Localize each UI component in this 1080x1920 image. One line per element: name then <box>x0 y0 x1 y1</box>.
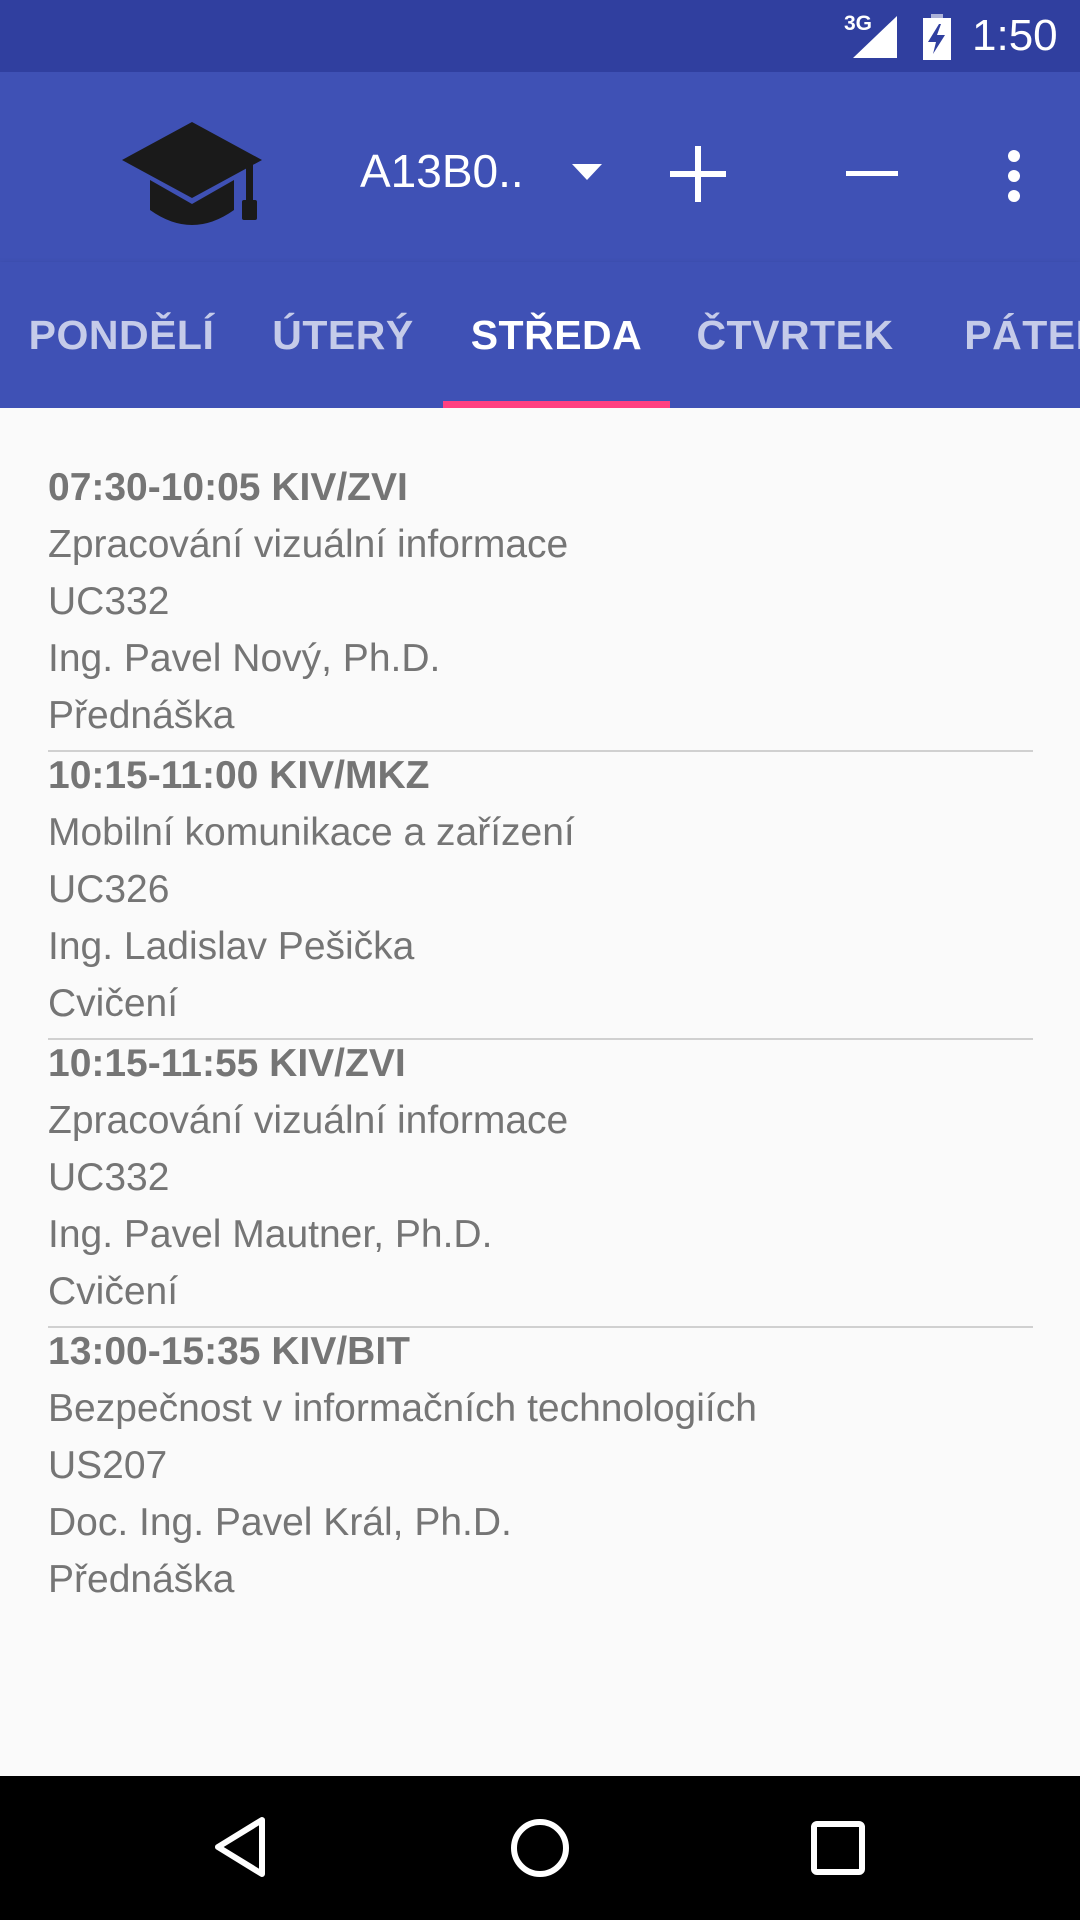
screen: 3G 1:50 A13B0.. PONDĚLÍ ÚTERÝ STŘEDA ČTV… <box>0 0 1080 1920</box>
dropdown-arrow-icon <box>572 164 602 180</box>
lesson-teacher: Doc. Ing. Pavel Král, Ph.D. <box>48 1501 512 1544</box>
recent-apps-button[interactable] <box>810 1820 866 1881</box>
lesson-heading: 07:30-10:05 KIV/ZVI <box>48 466 408 509</box>
back-icon <box>215 1817 265 1877</box>
lesson-heading: 10:15-11:55 KIV/ZVI <box>48 1042 406 1085</box>
more-options-button[interactable] <box>996 150 1032 207</box>
list-item[interactable]: 07:30-10:05 KIV/ZVI Zpracování vizuální … <box>48 459 1033 752</box>
tab-friday[interactable]: PÁTEK <box>920 262 1080 408</box>
lesson-type: Přednáška <box>48 1558 235 1601</box>
lesson-type: Cvičení <box>48 1270 179 1313</box>
remove-button[interactable] <box>842 144 902 209</box>
toolbar: A13B0.. <box>0 72 1080 262</box>
battery-charging-icon <box>923 14 951 60</box>
status-bar: 3G 1:50 <box>0 0 1080 72</box>
list-item[interactable]: 10:15-11:00 KIV/MKZ Mobilní komunikace a… <box>48 747 1033 1040</box>
tab-wednesday[interactable]: STŘEDA <box>443 262 670 408</box>
navigation-bar <box>0 1776 1080 1920</box>
list-item[interactable]: 13:00-15:35 KIV/BIT Bezpečnost v informa… <box>48 1323 1033 1608</box>
lesson-type: Přednáška <box>48 694 235 737</box>
lesson-name: Zpracování vizuální informace <box>48 1099 569 1142</box>
day-tab-bar: PONDĚLÍ ÚTERÝ STŘEDA ČTVRTEK PÁTEK <box>0 262 1080 408</box>
recent-apps-icon <box>811 1821 865 1875</box>
lesson-type: Cvičení <box>48 982 179 1025</box>
tab-tuesday[interactable]: ÚTERÝ <box>243 262 443 408</box>
lesson-teacher: Ing. Pavel Nový, Ph.D. <box>48 637 441 680</box>
add-button[interactable] <box>668 144 728 209</box>
lesson-heading: 13:00-15:35 KIV/BIT <box>48 1330 410 1373</box>
tab-monday[interactable]: PONDĚLÍ <box>0 262 243 408</box>
graduation-cap-icon <box>122 122 262 225</box>
back-button[interactable] <box>212 1816 268 1883</box>
group-select-value: A13B0.. <box>360 145 524 197</box>
minus-icon <box>846 171 898 176</box>
lesson-name: Mobilní komunikace a zařízení <box>48 811 575 854</box>
schedule-list: 07:30-10:05 KIV/ZVI Zpracování vizuální … <box>0 408 1080 1776</box>
tab-thursday[interactable]: ČTVRTEK <box>670 262 920 408</box>
status-clock: 1:50 <box>972 11 1058 60</box>
lesson-room: UC332 <box>48 580 170 623</box>
list-item[interactable]: 10:15-11:55 KIV/ZVI Zpracování vizuální … <box>48 1035 1033 1328</box>
lesson-heading: 10:15-11:00 KIV/MKZ <box>48 754 430 797</box>
signal-icon <box>853 16 897 58</box>
more-vert-icon <box>1008 150 1020 202</box>
lesson-name: Bezpečnost v informačních technologiích <box>48 1387 757 1430</box>
home-button[interactable] <box>508 1816 572 1885</box>
lesson-room: UC326 <box>48 868 170 911</box>
lesson-room: UC332 <box>48 1156 170 1199</box>
group-select[interactable]: A13B0.. <box>350 140 610 204</box>
lesson-teacher: Ing. Pavel Mautner, Ph.D. <box>48 1213 493 1256</box>
lesson-teacher: Ing. Ladislav Pešička <box>48 925 415 968</box>
lesson-name: Zpracování vizuální informace <box>48 523 569 566</box>
home-icon <box>511 1819 569 1877</box>
plus-icon <box>670 146 726 202</box>
active-tab-indicator <box>443 401 670 408</box>
lesson-room: US207 <box>48 1444 168 1487</box>
